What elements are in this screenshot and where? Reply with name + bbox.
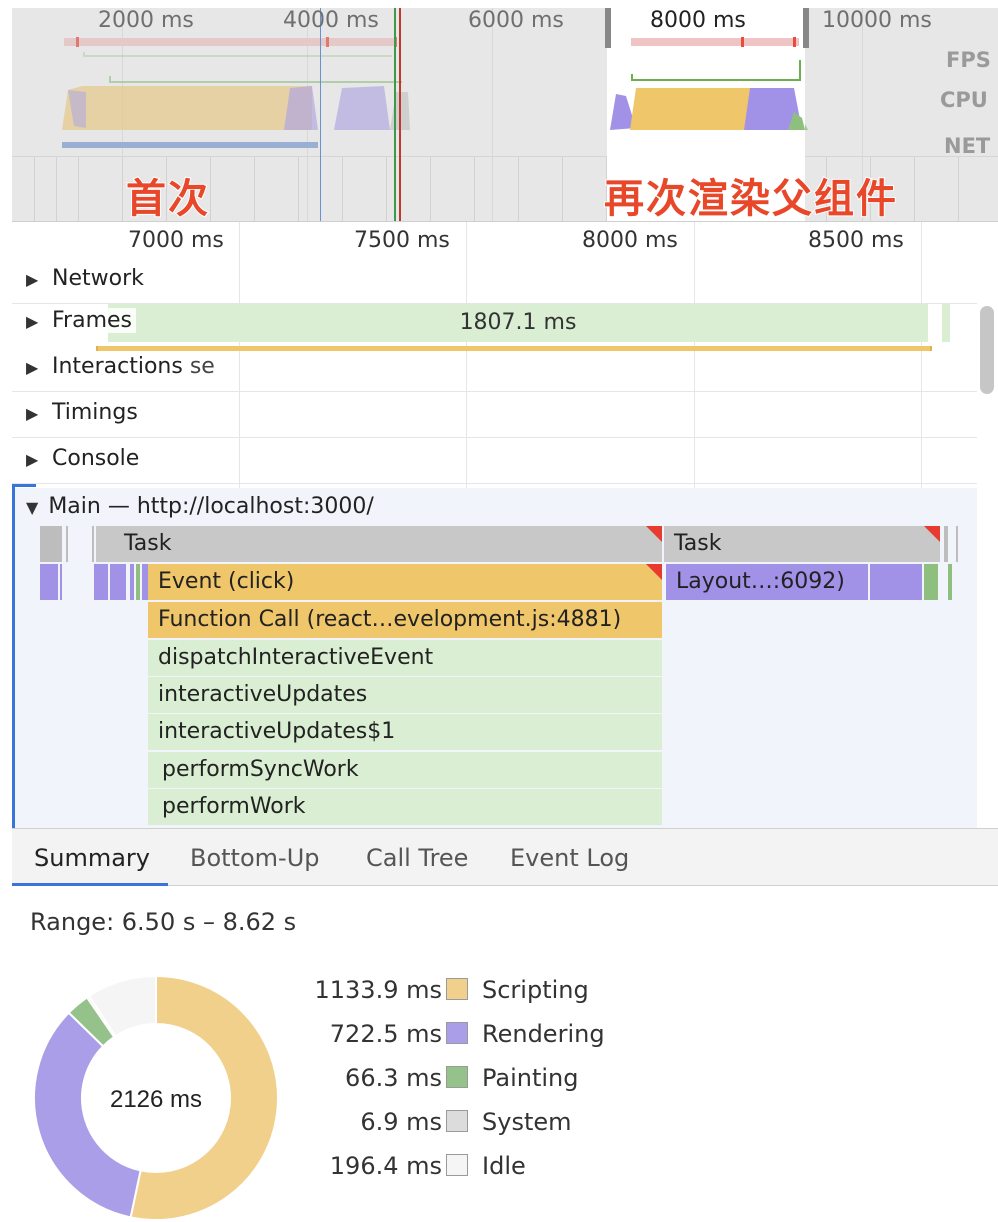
tab-call-tree[interactable]: Call Tree [366, 829, 468, 887]
annotation-first: 首次 [125, 175, 210, 222]
overview-unselected-left [12, 8, 607, 221]
js-frame-block[interactable]: interactiveUpdates$1 [148, 714, 662, 750]
net-lane-label: NET [944, 134, 991, 158]
overview-tick-label: 2000 ms [98, 8, 194, 33]
rendering-block[interactable] [40, 564, 58, 600]
overview-marker-line [320, 8, 321, 221]
collapse-arrow-icon: ▼ [26, 498, 39, 517]
legend-label: Painting [482, 1064, 579, 1092]
expand-arrow-icon[interactable]: ▶ [26, 312, 38, 331]
track-interactions[interactable]: ▶ Interactions se [12, 346, 977, 392]
selection-right-handle[interactable] [803, 8, 809, 48]
tab-event-log[interactable]: Event Log [510, 829, 629, 887]
rendering-block[interactable] [110, 564, 126, 600]
range-text: Range: 6.50 s – 8.62 s [30, 908, 297, 936]
layout-block[interactable]: Layout…:6092) [666, 564, 868, 600]
overview-tick-label: 4000 ms [283, 8, 379, 33]
summary-panel: Range: 6.50 s – 8.62 s 2126 ms 1133.9 ms… [12, 886, 998, 1222]
annotation-rerender-parent: 再次渲染父组件 [603, 175, 898, 222]
donut-total: 2126 ms [110, 1086, 202, 1113]
track-timings[interactable]: ▶ Timings [12, 392, 977, 438]
expand-arrow-icon[interactable]: ▶ [26, 270, 38, 289]
task-block[interactable] [956, 526, 958, 562]
legend-label: Scripting [482, 976, 589, 1004]
task-block[interactable] [40, 526, 62, 562]
rendering-block[interactable] [130, 564, 134, 600]
painting-block[interactable] [136, 564, 140, 600]
long-task-marker [741, 37, 744, 47]
legend-value: 196.4 ms [329, 1152, 442, 1180]
long-task-marker [793, 37, 796, 47]
legend-value: 722.5 ms [329, 1020, 442, 1048]
fps-lane-label: FPS [946, 48, 991, 72]
task-block[interactable] [92, 526, 94, 562]
function-call-block[interactable]: Function Call (react…evelopment.js:4881) [148, 602, 662, 638]
flame-chart-panel[interactable]: 7000 ms 7500 ms 8000 ms 8500 ms 1807.1 m… [12, 222, 998, 828]
vertical-scrollbar[interactable] [980, 306, 994, 394]
long-task-flag-icon [646, 526, 662, 542]
legend-swatch [446, 1110, 468, 1132]
legend-value: 6.9 ms [360, 1108, 442, 1136]
legend-swatch [446, 1154, 468, 1176]
legend-swatch [446, 978, 468, 1000]
timeline-overview[interactable]: 2000 ms 4000 ms 6000 ms 8000 ms 10000 ms… [12, 8, 998, 222]
task-block[interactable]: Task [664, 526, 940, 562]
tab-summary[interactable]: Summary [34, 829, 150, 887]
timeline-tick-label: 8500 ms [808, 228, 904, 253]
track-frames[interactable]: ▶ Frames [12, 300, 977, 346]
tab-bottom-up[interactable]: Bottom-Up [190, 829, 320, 887]
long-task-bar [631, 38, 799, 46]
main-track-accent [12, 484, 15, 828]
js-frame-block[interactable]: interactiveUpdates [148, 677, 662, 713]
painting-block[interactable] [924, 564, 938, 600]
overview-tick-label: 6000 ms [468, 8, 564, 33]
painting-block[interactable] [948, 564, 952, 600]
expand-arrow-icon[interactable]: ▶ [26, 450, 38, 469]
task-block[interactable] [944, 526, 948, 562]
legend-label: Rendering [482, 1020, 605, 1048]
details-tab-bar: Summary Bottom-Up Call Tree Event Log [12, 828, 998, 887]
overview-tick-label: 8000 ms [650, 8, 746, 33]
rendering-block[interactable] [60, 564, 62, 600]
track-label: Network [52, 266, 148, 291]
track-label: Interactions se [52, 354, 215, 379]
donut-slice-rendering [33, 1011, 142, 1219]
expand-arrow-icon[interactable]: ▶ [26, 358, 38, 377]
legend-value: 1133.9 ms [314, 976, 443, 1004]
js-frame-block[interactable]: performWork [148, 789, 662, 825]
cpu-lane-label: CPU [940, 88, 988, 112]
main-track-label: Main — http://localhost:3000/ [48, 494, 374, 519]
long-task-flag-icon [924, 526, 940, 542]
track-network[interactable]: ▶ Network [12, 258, 977, 304]
overview-marker-line [399, 8, 401, 221]
rendering-block[interactable] [94, 564, 108, 600]
track-label: Console [52, 446, 144, 471]
legend-swatch [446, 1066, 468, 1088]
main-track-header[interactable]: ▼ Main — http://localhost:3000/ [26, 494, 374, 519]
timeline-tick-label: 8000 ms [582, 228, 678, 253]
legend-label: Idle [482, 1152, 526, 1180]
js-frame-block[interactable]: dispatchInteractiveEvent [148, 640, 662, 676]
task-block[interactable] [66, 526, 68, 562]
legend-label: System [482, 1108, 572, 1136]
timeline-tick-label: 7500 ms [354, 228, 450, 253]
legend-value: 66.3 ms [345, 1064, 442, 1092]
event-click-block[interactable]: Event (click) [148, 564, 662, 600]
legend-swatch [446, 1022, 468, 1044]
overview-tick-label: 10000 ms [822, 8, 932, 33]
track-console[interactable]: ▶ Console [12, 438, 977, 484]
long-task-flag-icon [646, 564, 662, 580]
selection-left-handle[interactable] [605, 8, 611, 48]
js-frame-block[interactable]: performSyncWork [148, 752, 662, 788]
main-track-accent [12, 484, 36, 487]
rendering-block[interactable] [870, 564, 922, 600]
task-block[interactable]: Task [96, 526, 662, 562]
timeline-tick-label: 7000 ms [128, 228, 224, 253]
overview-marker-line [394, 8, 396, 221]
expand-arrow-icon[interactable]: ▶ [26, 404, 38, 423]
summary-donut-chart: 2126 ms [33, 974, 279, 1221]
track-label: Timings [52, 400, 142, 425]
track-label: Frames [52, 308, 137, 333]
